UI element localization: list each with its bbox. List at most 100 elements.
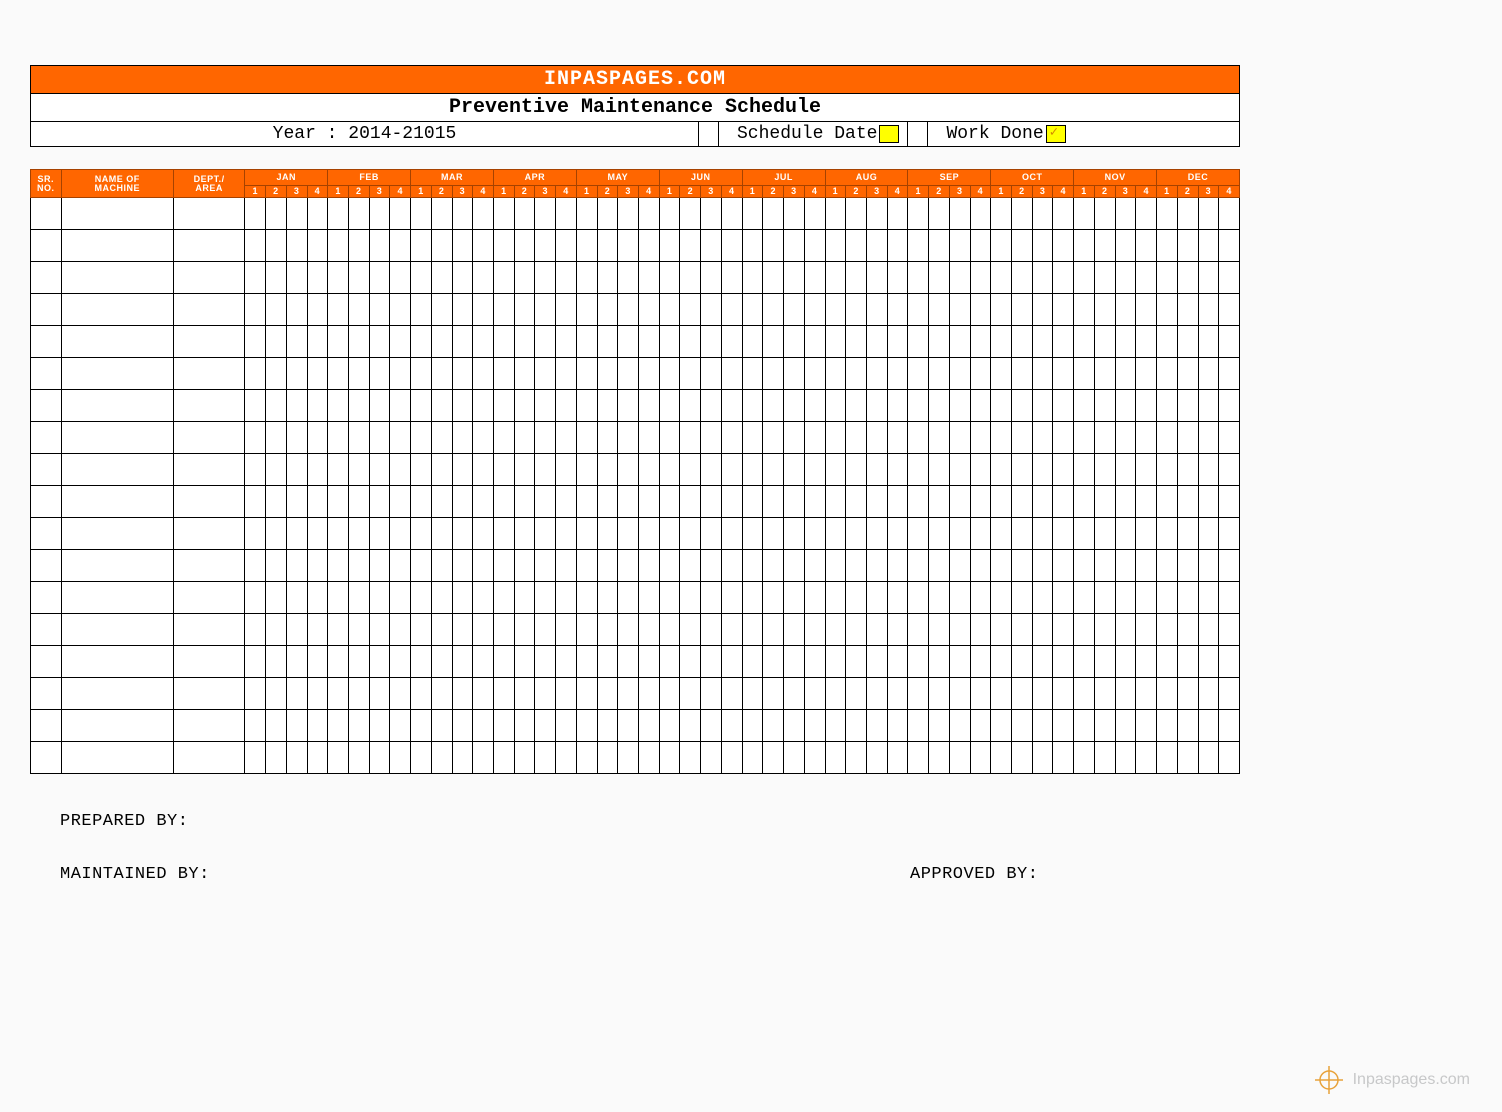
grid-cell[interactable]	[1115, 358, 1136, 390]
grid-cell[interactable]	[618, 390, 639, 422]
grid-cell[interactable]	[1198, 486, 1219, 518]
grid-cell[interactable]	[452, 710, 473, 742]
grid-cell[interactable]	[473, 742, 494, 774]
grid-cell[interactable]	[348, 230, 369, 262]
grid-cell[interactable]	[431, 710, 452, 742]
grid-cell[interactable]	[31, 646, 62, 678]
grid-cell[interactable]	[1157, 742, 1178, 774]
grid-cell[interactable]	[970, 326, 991, 358]
grid-cell[interactable]	[245, 646, 266, 678]
grid-cell[interactable]	[825, 454, 846, 486]
grid-cell[interactable]	[742, 326, 763, 358]
grid-cell[interactable]	[846, 518, 867, 550]
grid-cell[interactable]	[61, 486, 173, 518]
grid-cell[interactable]	[929, 678, 950, 710]
grid-cell[interactable]	[1053, 358, 1074, 390]
grid-cell[interactable]	[1177, 582, 1198, 614]
grid-cell[interactable]	[597, 678, 618, 710]
grid-cell[interactable]	[1219, 326, 1240, 358]
grid-cell[interactable]	[639, 678, 660, 710]
grid-cell[interactable]	[804, 742, 825, 774]
grid-cell[interactable]	[411, 710, 432, 742]
grid-cell[interactable]	[949, 742, 970, 774]
grid-cell[interactable]	[173, 422, 244, 454]
grid-cell[interactable]	[473, 454, 494, 486]
grid-cell[interactable]	[61, 710, 173, 742]
grid-cell[interactable]	[452, 390, 473, 422]
grid-cell[interactable]	[597, 710, 618, 742]
grid-cell[interactable]	[804, 582, 825, 614]
grid-cell[interactable]	[639, 486, 660, 518]
grid-cell[interactable]	[1177, 550, 1198, 582]
grid-cell[interactable]	[369, 390, 390, 422]
grid-cell[interactable]	[452, 294, 473, 326]
grid-cell[interactable]	[742, 358, 763, 390]
grid-cell[interactable]	[618, 614, 639, 646]
grid-cell[interactable]	[949, 294, 970, 326]
grid-cell[interactable]	[307, 358, 328, 390]
grid-cell[interactable]	[825, 422, 846, 454]
grid-cell[interactable]	[991, 262, 1012, 294]
grid-cell[interactable]	[659, 550, 680, 582]
grid-cell[interactable]	[680, 326, 701, 358]
grid-cell[interactable]	[866, 486, 887, 518]
grid-cell[interactable]	[1074, 678, 1095, 710]
grid-cell[interactable]	[742, 486, 763, 518]
grid-cell[interactable]	[1074, 422, 1095, 454]
grid-cell[interactable]	[535, 454, 556, 486]
grid-cell[interactable]	[411, 614, 432, 646]
grid-cell[interactable]	[1136, 454, 1157, 486]
grid-cell[interactable]	[473, 422, 494, 454]
grid-cell[interactable]	[618, 518, 639, 550]
grid-cell[interactable]	[390, 646, 411, 678]
grid-cell[interactable]	[784, 358, 805, 390]
grid-cell[interactable]	[763, 678, 784, 710]
grid-cell[interactable]	[784, 390, 805, 422]
grid-cell[interactable]	[173, 390, 244, 422]
grid-cell[interactable]	[173, 710, 244, 742]
grid-cell[interactable]	[576, 454, 597, 486]
grid-cell[interactable]	[639, 230, 660, 262]
grid-cell[interactable]	[846, 358, 867, 390]
grid-cell[interactable]	[970, 390, 991, 422]
grid-cell[interactable]	[31, 614, 62, 646]
grid-cell[interactable]	[991, 326, 1012, 358]
grid-cell[interactable]	[1177, 742, 1198, 774]
grid-cell[interactable]	[307, 390, 328, 422]
grid-cell[interactable]	[514, 550, 535, 582]
grid-cell[interactable]	[411, 518, 432, 550]
grid-cell[interactable]	[1157, 262, 1178, 294]
grid-cell[interactable]	[31, 390, 62, 422]
grid-cell[interactable]	[908, 582, 929, 614]
grid-cell[interactable]	[390, 454, 411, 486]
grid-cell[interactable]	[1177, 294, 1198, 326]
grid-cell[interactable]	[535, 198, 556, 230]
grid-cell[interactable]	[452, 454, 473, 486]
grid-cell[interactable]	[1094, 742, 1115, 774]
grid-cell[interactable]	[514, 742, 535, 774]
grid-cell[interactable]	[929, 486, 950, 518]
grid-cell[interactable]	[825, 326, 846, 358]
grid-cell[interactable]	[1074, 230, 1095, 262]
grid-cell[interactable]	[576, 262, 597, 294]
grid-cell[interactable]	[452, 550, 473, 582]
grid-cell[interactable]	[245, 582, 266, 614]
grid-cell[interactable]	[328, 518, 349, 550]
grid-cell[interactable]	[1074, 646, 1095, 678]
grid-cell[interactable]	[328, 614, 349, 646]
grid-cell[interactable]	[1012, 358, 1033, 390]
grid-cell[interactable]	[1157, 326, 1178, 358]
grid-cell[interactable]	[680, 294, 701, 326]
grid-cell[interactable]	[173, 198, 244, 230]
grid-cell[interactable]	[866, 230, 887, 262]
grid-cell[interactable]	[1053, 742, 1074, 774]
grid-cell[interactable]	[991, 614, 1012, 646]
grid-cell[interactable]	[784, 518, 805, 550]
grid-cell[interactable]	[1053, 326, 1074, 358]
grid-cell[interactable]	[970, 550, 991, 582]
grid-cell[interactable]	[514, 486, 535, 518]
grid-cell[interactable]	[784, 710, 805, 742]
grid-cell[interactable]	[597, 614, 618, 646]
grid-cell[interactable]	[493, 646, 514, 678]
grid-cell[interactable]	[245, 422, 266, 454]
